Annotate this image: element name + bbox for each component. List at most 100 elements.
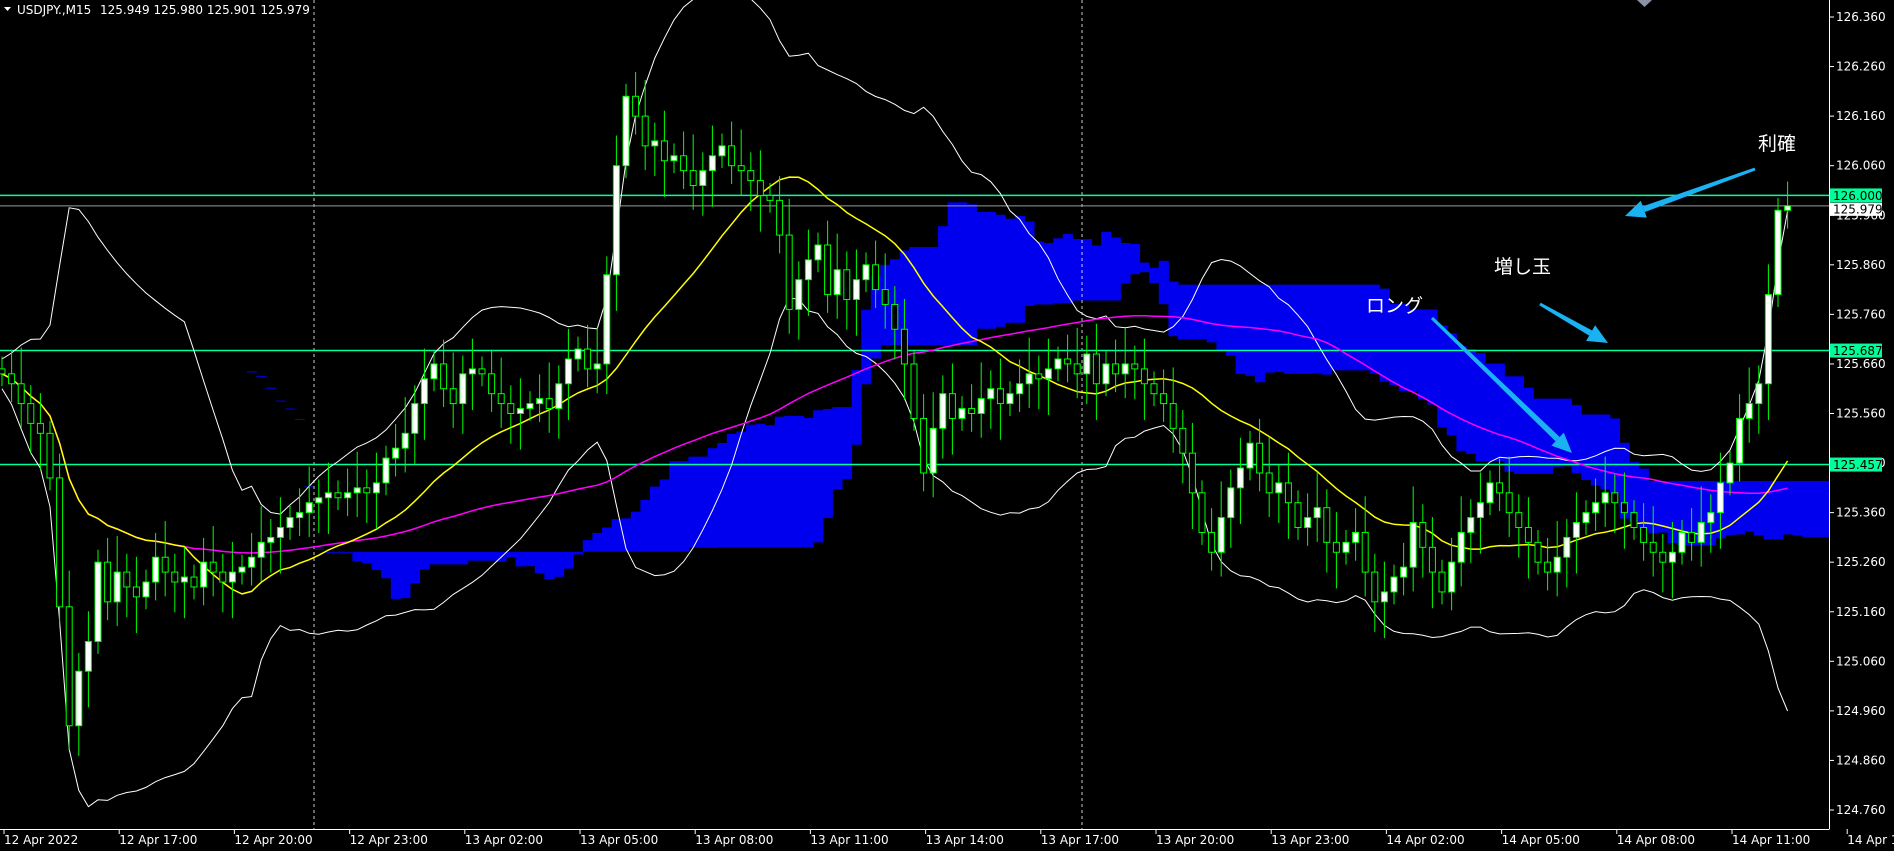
candle-body bbox=[603, 274, 611, 365]
candle-body bbox=[728, 145, 736, 167]
candle-body bbox=[94, 561, 102, 642]
candle-body bbox=[84, 640, 92, 672]
cloud-segment bbox=[1792, 480, 1803, 536]
candle-body bbox=[1428, 546, 1436, 573]
price-line-label: 125.457 bbox=[1833, 458, 1883, 472]
cloud-segment bbox=[544, 551, 555, 580]
cloud-segment bbox=[1072, 239, 1083, 301]
cloud-segment bbox=[1014, 215, 1025, 323]
candle-body bbox=[584, 348, 592, 370]
price-tick-label: 124.960 bbox=[1836, 704, 1886, 718]
cloud-segment bbox=[842, 407, 853, 479]
candle-body bbox=[334, 492, 342, 499]
candle-body bbox=[824, 244, 832, 296]
candle-body bbox=[1265, 472, 1273, 494]
price-chart[interactable]: 126.360126.260126.160126.060125.960125.8… bbox=[0, 0, 1894, 851]
time-tick-label: 14 Apr 02:00 bbox=[1386, 833, 1464, 847]
candle-body bbox=[382, 457, 390, 484]
candle-body bbox=[612, 165, 620, 276]
cloud-segment bbox=[1283, 284, 1294, 374]
candle-body bbox=[440, 363, 448, 390]
cloud-segment bbox=[438, 551, 449, 565]
cloud-segment bbox=[784, 415, 795, 548]
candle-body bbox=[1323, 507, 1331, 543]
candle-body bbox=[1083, 353, 1091, 375]
candle-body bbox=[1582, 512, 1590, 524]
candle-body bbox=[1016, 383, 1024, 395]
cloud-segment bbox=[477, 551, 488, 561]
candle-body bbox=[1198, 492, 1206, 533]
candle-body bbox=[1620, 502, 1628, 514]
candle-body bbox=[1726, 462, 1734, 484]
candle-body bbox=[1380, 591, 1388, 603]
candle-body bbox=[804, 259, 812, 281]
candle-body bbox=[152, 556, 160, 583]
cloud-segment bbox=[525, 551, 536, 567]
cloud-segment bbox=[515, 551, 526, 567]
candle-body bbox=[718, 145, 726, 157]
price-tick-label: 126.360 bbox=[1836, 10, 1886, 24]
candle-body bbox=[1131, 363, 1139, 370]
cloud-segment bbox=[246, 371, 257, 373]
candle-body bbox=[1688, 531, 1696, 543]
price-tick-label: 125.760 bbox=[1836, 307, 1886, 321]
candle-body bbox=[228, 571, 236, 583]
cloud-segment bbox=[630, 511, 641, 552]
cloud-segment bbox=[822, 409, 833, 519]
cloud-segment bbox=[602, 527, 613, 552]
candle-body bbox=[1659, 551, 1667, 563]
candle-body bbox=[766, 194, 774, 201]
cloud-segment bbox=[458, 551, 469, 565]
candle-body bbox=[478, 368, 486, 375]
candle-body bbox=[171, 571, 179, 583]
candle-body bbox=[737, 165, 745, 172]
candle-body bbox=[1179, 427, 1187, 454]
cloud-segment bbox=[1312, 284, 1323, 374]
cloud-segment bbox=[1139, 262, 1150, 273]
candle-body bbox=[593, 363, 601, 370]
cloud-segment bbox=[333, 551, 344, 553]
cloud-segment bbox=[746, 424, 757, 548]
candle-body bbox=[622, 95, 630, 167]
cloud-segment bbox=[1197, 284, 1208, 340]
candle-body bbox=[1400, 566, 1408, 578]
candle-body bbox=[123, 571, 131, 588]
candle-body bbox=[699, 170, 707, 187]
candle-body bbox=[977, 398, 985, 415]
candle-body bbox=[507, 403, 515, 414]
cloud-segment bbox=[1562, 398, 1573, 467]
candle-body bbox=[488, 373, 496, 395]
time-tick-label: 12 Apr 23:00 bbox=[350, 833, 428, 847]
cloud-segment bbox=[726, 433, 737, 548]
time-tick-label: 14 Apr 08:00 bbox=[1617, 833, 1695, 847]
cloud-segment bbox=[362, 551, 373, 564]
cloud-segment bbox=[1398, 303, 1409, 392]
candle-body bbox=[987, 388, 995, 400]
candle-body bbox=[1313, 507, 1321, 519]
candle-body bbox=[1544, 561, 1552, 573]
candle-body bbox=[1736, 417, 1744, 464]
price-tick-label: 124.760 bbox=[1836, 803, 1886, 817]
cloud-segment bbox=[1811, 480, 1822, 537]
cloud-segment bbox=[534, 551, 545, 574]
time-tick-label: 14 Apr 11:00 bbox=[1732, 833, 1810, 847]
cloud-segment bbox=[966, 204, 977, 346]
time-tick-label: 13 Apr 14:00 bbox=[926, 833, 1004, 847]
cloud-segment bbox=[554, 551, 565, 577]
candle-body bbox=[200, 561, 208, 588]
candle-body bbox=[56, 477, 64, 608]
candle-body bbox=[1217, 517, 1225, 553]
candle-body bbox=[8, 373, 16, 385]
cloud-segment bbox=[1821, 480, 1829, 537]
cloud-segment bbox=[765, 425, 776, 548]
cloud-segment bbox=[429, 551, 440, 565]
candle-body bbox=[468, 368, 476, 375]
time-tick-label: 13 Apr 17:00 bbox=[1041, 833, 1119, 847]
cloud-segment bbox=[390, 551, 401, 599]
cloud-segment bbox=[1187, 284, 1198, 340]
candle-body bbox=[1697, 522, 1705, 543]
cloud-segment bbox=[938, 226, 949, 346]
candle-body bbox=[910, 363, 918, 419]
cloud-segment bbox=[813, 410, 824, 543]
time-tick-label: 12 Apr 2022 bbox=[4, 833, 78, 847]
